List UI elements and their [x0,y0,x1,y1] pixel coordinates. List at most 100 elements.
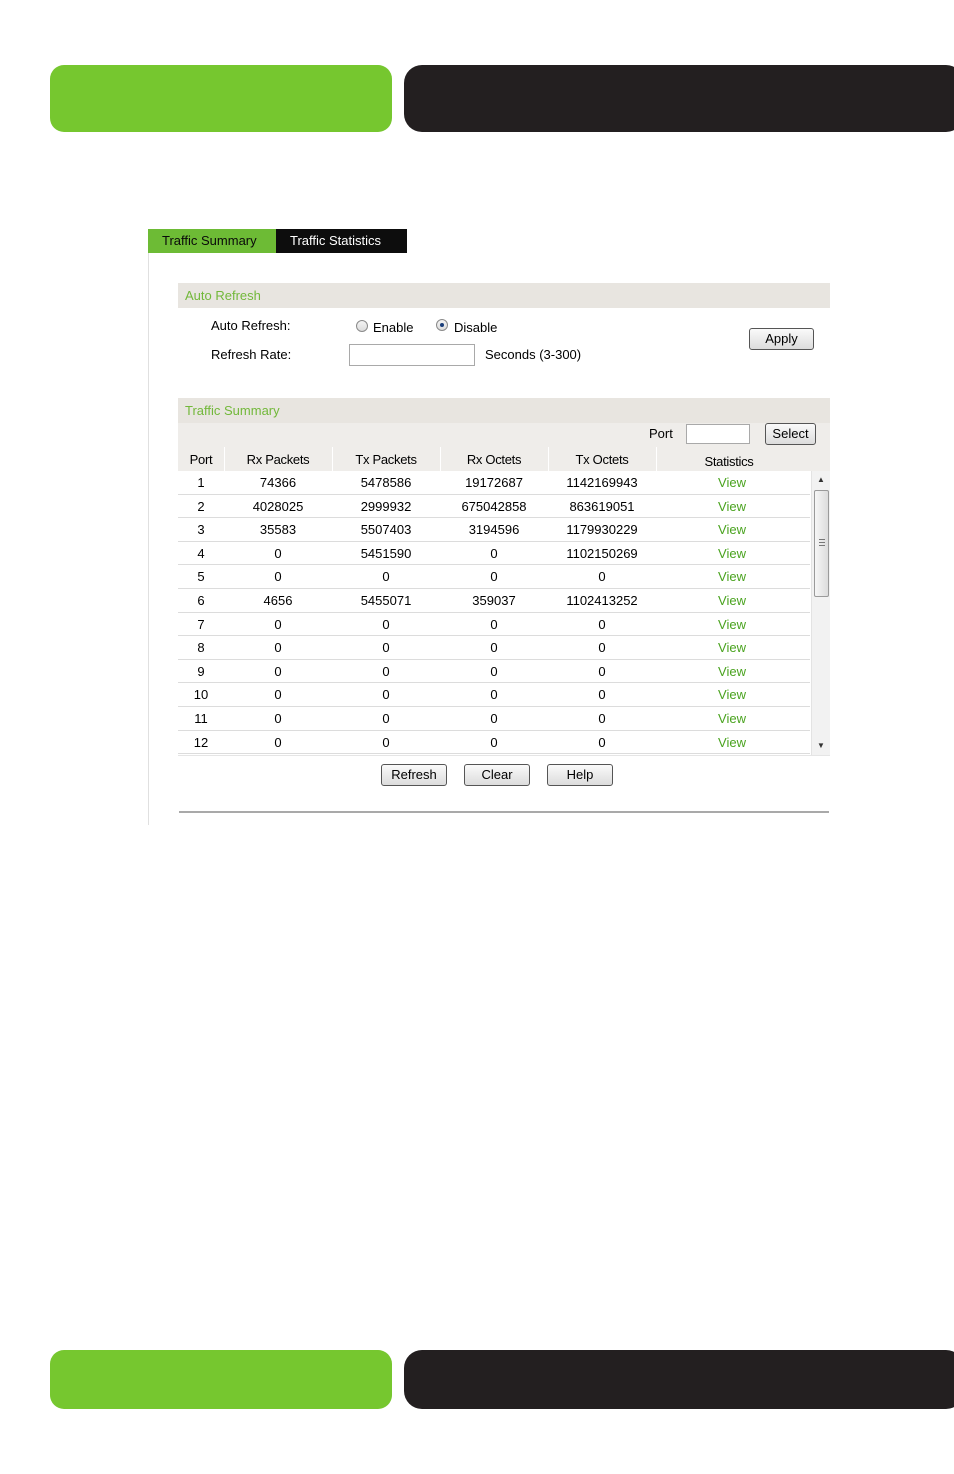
refresh-button[interactable]: Refresh [381,764,447,786]
table-row: 6 4656 5455071 359037 1102413252 View [178,589,810,613]
view-link[interactable]: View [656,589,808,612]
cell-rx-octets: 0 [490,734,498,750]
view-link[interactable]: View [656,683,808,706]
cell-rx-octets: 675042858 [461,498,527,514]
select-button[interactable]: Select [765,423,816,445]
refresh-rate-input[interactable] [349,344,475,366]
apply-button[interactable]: Apply [749,328,814,350]
cell-rx-octets: 0 [490,687,498,703]
cell-tx-octets: 1179930229 [566,522,638,538]
traffic-table-body: 1 74366 5478586 19172687 1142169943 View 2 4028… [178,471,810,755]
cell-rx-octets: 0 [490,663,498,679]
cell-tx-packets: 0 [382,569,390,585]
disable-label: Disable [454,320,498,335]
header-green-banner [50,65,392,132]
cell-rx-octets: 19172687 [465,475,523,490]
view-link[interactable]: View [656,565,808,588]
table-scrollbar[interactable]: ▲ ▼ [811,471,830,755]
cell-tx-packets: 0 [382,663,390,679]
cell-rx-packets: 4656 [263,592,293,608]
traffic-summary-header: Traffic Summary [178,398,830,423]
refresh-rate-label: Refresh Rate: [211,347,292,362]
cell-port: 11 [194,710,208,726]
cell-tx-octets: 863619051 [569,498,635,514]
cell-rx-packets: 0 [274,640,282,656]
cell-rx-packets: 35583 [259,522,297,538]
scroll-up-arrow-icon[interactable]: ▲ [812,473,830,487]
view-link[interactable]: View [656,636,808,659]
cell-port: 5 [197,569,205,585]
col-header-rx-octets: Rx Octets [466,452,522,467]
col-header-statistics: Statistics [704,454,754,469]
view-link[interactable]: View [656,731,808,754]
cell-rx-packets: 0 [274,734,282,750]
seconds-label: Seconds (3-300) [485,347,582,362]
cell-port: 2 [197,498,205,514]
table-row: 8 0 0 0 0 View [178,636,810,660]
tab-traffic-statistics[interactable]: Traffic Statistics [276,229,407,253]
clear-button[interactable]: Clear [464,764,530,786]
cell-rx-packets: 0 [274,569,282,585]
footer-divider [179,811,829,813]
view-link[interactable]: View [656,660,808,683]
col-header-rx-packets: Rx Packets [246,452,310,467]
view-link[interactable]: View [656,495,808,518]
cell-port: 7 [197,616,205,632]
table-row: 3 35583 5507403 3194596 1179930229 View [178,518,810,542]
cell-tx-octets: 1142169943 [566,475,638,490]
view-link[interactable]: View [656,471,808,494]
table-row: 10 0 0 0 0 View [178,683,810,707]
cell-rx-octets: 0 [490,640,498,656]
table-row: 11 0 0 0 0 View [178,707,810,731]
cell-tx-octets: 0 [598,663,606,679]
cell-rx-octets: 0 [490,616,498,632]
header-dark-banner [404,65,954,132]
cell-tx-octets: 1102413252 [566,592,638,608]
cell-tx-octets: 0 [598,734,606,750]
table-row: 4 0 5451590 0 1102150269 View [178,542,810,566]
disable-radio[interactable] [436,319,448,331]
cell-tx-octets: 0 [598,640,606,656]
cell-rx-octets: 3194596 [468,522,520,538]
col-header-tx-octets: Tx Octets [575,452,629,467]
cell-tx-packets: 0 [382,710,390,726]
cell-tx-packets: 0 [382,734,390,750]
cell-port: 6 [197,592,205,608]
cell-rx-octets: 0 [490,710,498,726]
cell-tx-packets: 5451590 [360,545,412,561]
cell-tx-octets: 0 [598,569,606,585]
cell-tx-packets: 0 [382,687,390,703]
table-row: 7 0 0 0 0 View [178,613,810,637]
cell-tx-octets: 1102150269 [566,545,638,561]
col-header-tx-packets: Tx Packets [355,452,417,467]
table-row: 9 0 0 0 0 View [178,660,810,684]
cell-tx-octets: 0 [598,687,606,703]
cell-rx-packets: 74366 [259,475,297,490]
cell-tx-packets: 5507403 [360,522,412,538]
port-filter-label: Port [649,426,673,441]
view-link[interactable]: View [656,707,808,730]
cell-port: 9 [197,663,205,679]
scrollbar-thumb[interactable] [814,490,829,597]
port-filter-input[interactable] [686,424,750,444]
cell-tx-packets: 2999932 [360,498,412,514]
cell-rx-octets: 0 [490,569,498,585]
cell-tx-octets: 0 [598,710,606,726]
cell-tx-packets: 0 [382,640,390,656]
tab-traffic-summary[interactable]: Traffic Summary [148,229,276,253]
cell-rx-packets: 4028025 [252,498,304,514]
enable-radio[interactable] [356,320,368,332]
scroll-down-arrow-icon[interactable]: ▼ [812,739,830,753]
view-link[interactable]: View [656,613,808,636]
cell-tx-packets: 0 [382,616,390,632]
enable-label: Enable [373,320,414,335]
view-link[interactable]: View [656,518,808,541]
cell-port: 12 [193,734,209,750]
view-link[interactable]: View [656,542,808,565]
cell-port: 4 [197,545,205,561]
help-button[interactable]: Help [547,764,613,786]
cell-rx-packets: 0 [274,663,282,679]
cell-port: 1 [197,475,205,490]
footer-dark-banner [404,1350,954,1409]
auto-refresh-header: Auto Refresh [178,283,830,308]
